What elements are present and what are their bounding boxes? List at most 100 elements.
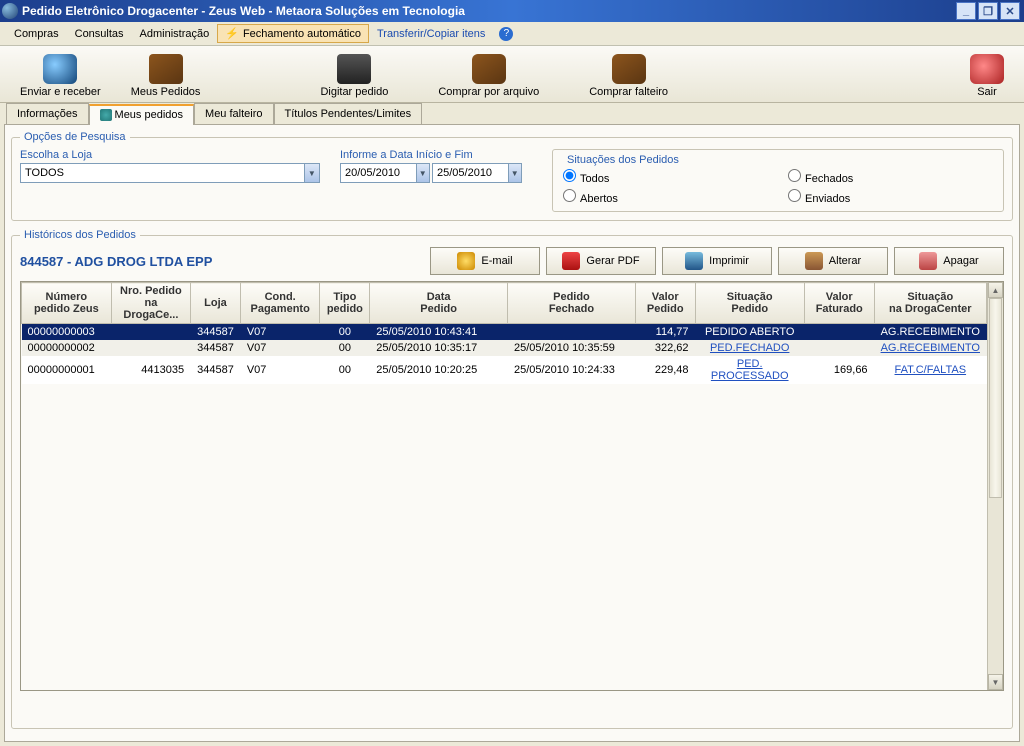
- col-cond[interactable]: Cond.Pagamento: [240, 283, 320, 324]
- help-icon[interactable]: ?: [499, 27, 513, 41]
- search-legend: Opções de Pesquisa: [20, 131, 130, 143]
- col-sit[interactable]: SituaçãoPedido: [695, 283, 804, 324]
- edit-icon: [805, 252, 823, 270]
- email-button[interactable]: E-mail: [430, 247, 540, 275]
- menu-fechamento-label: Fechamento automático: [243, 28, 361, 40]
- menu-transferir[interactable]: Transferir/Copiar itens: [369, 25, 493, 43]
- cell-fat: [804, 340, 874, 356]
- app-icon: [2, 3, 18, 19]
- col-data[interactable]: DataPedido: [370, 283, 508, 324]
- chevron-down-icon[interactable]: [416, 164, 429, 182]
- cell-valor: 229,48: [635, 356, 695, 384]
- col-tipo[interactable]: Tipopedido: [320, 283, 370, 324]
- cell-zeus: 00000000001: [22, 356, 112, 384]
- print-button[interactable]: Imprimir: [662, 247, 772, 275]
- cell-fat: [804, 324, 874, 341]
- cell-sit[interactable]: PEDIDO ABERTO: [695, 324, 804, 341]
- menu-administracao[interactable]: Administração: [132, 25, 218, 43]
- col-fat[interactable]: ValorFaturado: [804, 283, 874, 324]
- loja-combo[interactable]: [20, 163, 320, 183]
- tool-arquivo[interactable]: Comprar por arquivo: [428, 52, 549, 100]
- table-row[interactable]: 00000000002344587V070025/05/2010 10:35:1…: [22, 340, 987, 356]
- tool-meus-pedidos[interactable]: Meus Pedidos: [121, 52, 211, 100]
- menu-compras[interactable]: Compras: [6, 25, 67, 43]
- window-title: Pedido Eletrônico Drogacenter - Zeus Web…: [22, 4, 956, 18]
- col-loja[interactable]: Loja: [191, 283, 241, 324]
- delete-button[interactable]: Apagar: [894, 247, 1004, 275]
- tab-meu-falteiro[interactable]: Meu falteiro: [194, 103, 273, 124]
- edit-label: Alterar: [829, 255, 861, 267]
- data-ini-input[interactable]: [341, 165, 416, 181]
- close-button[interactable]: ✕: [1000, 2, 1020, 20]
- tab-informacoes[interactable]: Informações: [6, 103, 89, 124]
- tabs: Informações Meus pedidos Meu falteiro Tí…: [0, 103, 1024, 124]
- col-droga[interactable]: Nro. Pedidona DrogaCe...: [111, 283, 190, 324]
- cell-fat: 169,66: [804, 356, 874, 384]
- cell-sit[interactable]: PED.FECHADO: [695, 340, 804, 356]
- loja-input[interactable]: [21, 165, 304, 181]
- cell-fechado: 25/05/2010 10:35:59: [507, 340, 635, 356]
- radio-fechados[interactable]: [788, 169, 801, 182]
- tool-digitar[interactable]: Digitar pedido: [310, 52, 398, 100]
- menu-consultas[interactable]: Consultas: [67, 25, 132, 43]
- col-fechado[interactable]: PedidoFechado: [507, 283, 635, 324]
- transfer-icon: [472, 54, 506, 84]
- falteiro-icon: [612, 54, 646, 84]
- col-zeus[interactable]: Númeropedido Zeus: [22, 283, 112, 324]
- minimize-button[interactable]: _: [956, 2, 976, 20]
- data-fim-input[interactable]: [433, 165, 508, 181]
- cell-valor: 114,77: [635, 324, 695, 341]
- toolbar: Enviar e receber Meus Pedidos Digitar pe…: [0, 46, 1024, 103]
- situacoes-label: Situações dos Pedidos: [563, 154, 683, 166]
- cell-data: 25/05/2010 10:35:17: [370, 340, 508, 356]
- print-icon: [685, 252, 703, 270]
- tab-titulos[interactable]: Títulos Pendentes/Limites: [274, 103, 423, 124]
- table-row[interactable]: 000000000014413035344587V070025/05/2010 …: [22, 356, 987, 384]
- radio-enviados[interactable]: [788, 189, 801, 202]
- vertical-scrollbar[interactable]: ▲ ▼: [987, 282, 1003, 690]
- restore-button[interactable]: ❐: [978, 2, 998, 20]
- data-fim-combo[interactable]: [432, 163, 522, 183]
- tool-enviar[interactable]: Enviar e receber: [10, 52, 111, 100]
- cell-sit[interactable]: PED. PROCESSADO: [695, 356, 804, 384]
- email-label: E-mail: [481, 255, 512, 267]
- pdf-button[interactable]: Gerar PDF: [546, 247, 656, 275]
- tool-falteiro[interactable]: Comprar falteiro: [579, 52, 678, 100]
- globe-icon: [43, 54, 77, 84]
- radio-fechados-label: Fechados: [805, 173, 853, 185]
- cell-sitdc[interactable]: FAT.C/FALTAS: [874, 356, 986, 384]
- col-valor[interactable]: ValorPedido: [635, 283, 695, 324]
- tool-sair[interactable]: Sair: [960, 52, 1014, 100]
- cell-valor: 322,62: [635, 340, 695, 356]
- chevron-down-icon[interactable]: [304, 164, 319, 182]
- cell-cond: V07: [240, 356, 320, 384]
- cell-tipo: 00: [320, 356, 370, 384]
- data-ini-combo[interactable]: [340, 163, 430, 183]
- cell-sitdc[interactable]: AG.RECEBIMENTO: [874, 324, 986, 341]
- tool-arquivo-label: Comprar por arquivo: [438, 86, 539, 98]
- scroll-thumb[interactable]: [989, 298, 1002, 498]
- scroll-up-icon[interactable]: ▲: [988, 282, 1003, 298]
- radio-abertos[interactable]: [563, 189, 576, 202]
- cell-tipo: 00: [320, 324, 370, 341]
- edit-button[interactable]: Alterar: [778, 247, 888, 275]
- col-sitdc[interactable]: Situaçãona DrogaCenter: [874, 283, 986, 324]
- radio-enviados-label: Enviados: [805, 193, 850, 205]
- cell-sitdc[interactable]: AG.RECEBIMENTO: [874, 340, 986, 356]
- scroll-down-icon[interactable]: ▼: [988, 674, 1003, 690]
- exit-icon: [970, 54, 1004, 84]
- pdf-label: Gerar PDF: [586, 255, 639, 267]
- cell-droga: [111, 340, 190, 356]
- historicos-fieldset: Históricos dos Pedidos 844587 - ADG DROG…: [11, 229, 1013, 729]
- radio-todos[interactable]: [563, 169, 576, 182]
- tab-falteiro-label: Meu falteiro: [205, 108, 262, 120]
- situacoes-group: Situações dos Pedidos Todos Fechados Abe…: [552, 149, 1004, 212]
- menu-fechamento[interactable]: ⚡ Fechamento automático: [217, 24, 369, 43]
- cell-data: 25/05/2010 10:43:41: [370, 324, 508, 341]
- table-row[interactable]: 00000000003344587V070025/05/2010 10:43:4…: [22, 324, 987, 341]
- orders-table[interactable]: Númeropedido Zeus Nro. Pedidona DrogaCe.…: [21, 282, 987, 384]
- chevron-down-icon[interactable]: [508, 164, 521, 182]
- customer-label: 844587 - ADG DROG LTDA EPP: [20, 254, 212, 269]
- mail-icon: [457, 252, 475, 270]
- tab-meus-pedidos[interactable]: Meus pedidos: [89, 104, 195, 125]
